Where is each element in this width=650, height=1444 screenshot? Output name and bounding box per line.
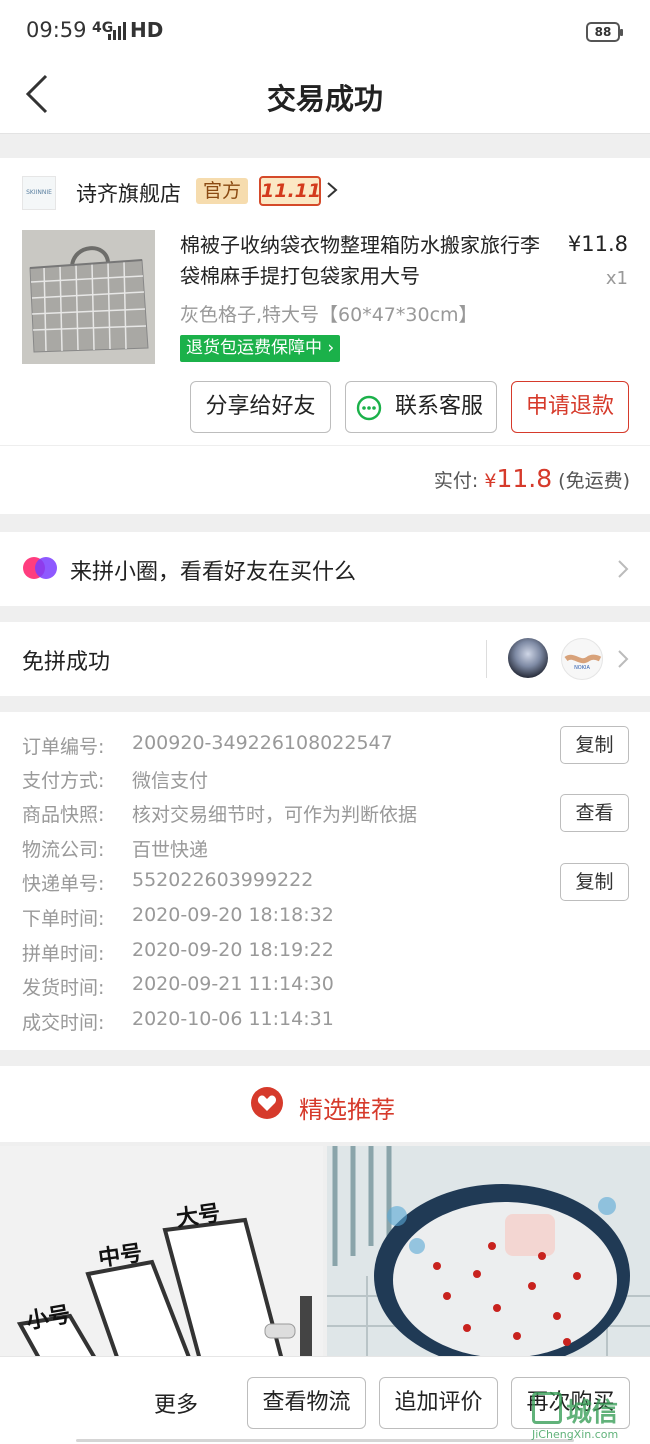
ship-time-value: 2020-09-21 11:14:30 <box>132 973 334 995</box>
circle-logo-icon <box>23 557 57 579</box>
promo-1111-tag: 11.11 <box>259 176 321 206</box>
avatar-2-text: NOKIA <box>574 665 590 671</box>
page-title: 交易成功 <box>266 82 383 116</box>
logistics-company-value: 百世快递 <box>132 839 209 861</box>
product-spec: 灰色格子,特大号【60*47*30cm】 <box>180 304 478 326</box>
member-avatar-2[interactable]: NOKIA <box>561 638 603 680</box>
detail-label: 商品快照: <box>22 804 105 826</box>
detail-label: 快递单号: <box>22 873 105 895</box>
detail-label: 拼单时间: <box>22 943 105 965</box>
paid-currency: ¥ <box>484 470 497 492</box>
copy-order-number-button[interactable]: 复制 <box>560 726 629 764</box>
detail-label: 成交时间: <box>22 1012 105 1034</box>
detail-label: 订单编号: <box>22 736 105 758</box>
member-avatar-1[interactable] <box>508 638 548 678</box>
tracking-number-value: 552022603999222 <box>132 869 314 891</box>
watermark-logo-icon <box>532 1392 562 1424</box>
recommend-header: 精选推荐 <box>0 1066 650 1142</box>
chevron-right-icon <box>618 560 629 578</box>
signal-icon <box>108 22 126 40</box>
paid-amount: 实付: ¥11.8 (免运费) <box>434 464 630 493</box>
view-logistics-button[interactable]: 查看物流 <box>247 1377 366 1429</box>
recommended-product-2[interactable] <box>327 1146 650 1360</box>
heart-icon <box>251 1087 283 1119</box>
divider <box>0 445 650 446</box>
official-tag: 官方 <box>196 178 249 204</box>
snapshot-value: 核对交易细节时，可作为判断依据 <box>132 804 418 826</box>
detail-label: 物流公司: <box>22 839 105 861</box>
detail-label: 发货时间: <box>22 977 105 999</box>
return-shipping-label: 退货包运费保障中 <box>186 338 322 358</box>
storage-bag-image <box>22 230 155 364</box>
chevron-right-icon <box>618 650 629 668</box>
product-thumbnail[interactable] <box>22 230 155 364</box>
paid-label: 实付: <box>433 470 479 492</box>
bathtub-product-image <box>327 1146 650 1360</box>
product-title[interactable]: 棉被子收纳袋衣物整理箱防水搬家旅行李袋棉麻手提打包袋家用大号 <box>180 230 552 292</box>
contact-service-button[interactable]: 联系客服 <box>345 381 497 433</box>
group-status-label: 免拼成功 <box>22 650 111 675</box>
detail-label: 支付方式: <box>22 770 105 792</box>
order-time-value: 2020-09-20 18:18:32 <box>132 904 334 926</box>
watermark-subtext: JiChengXin.com <box>532 1428 619 1441</box>
size-label-large: 大号 <box>174 1201 222 1232</box>
product-price: ¥11.8 <box>567 232 628 256</box>
paid-note: (免运费) <box>558 470 630 492</box>
group-time-value: 2020-09-20 18:19:22 <box>132 939 334 961</box>
more-button[interactable]: 更多 <box>154 1387 198 1419</box>
status-bar: 09:59 4G HD 88 <box>0 0 650 62</box>
shop-logo[interactable]: SKIINNIE 诗齐 <box>22 176 56 210</box>
order-card: SKIINNIE 诗齐 诗齐旗舰店 官方 11.11 棉被子收纳袋衣物整理箱防水… <box>0 158 650 514</box>
detail-label: 下单时间: <box>22 908 105 930</box>
paid-value: 11.8 <box>496 464 553 493</box>
order-number-value: 200920-349226108022547 <box>132 732 393 754</box>
chevron-right-icon[interactable] <box>326 180 338 200</box>
share-button[interactable]: 分享给好友 <box>190 381 331 433</box>
return-shipping-badge[interactable]: 退货包运费保障中 › <box>180 335 341 362</box>
contact-service-label: 联系客服 <box>394 394 483 419</box>
handshake-icon <box>564 654 602 664</box>
hd-label: HD <box>130 18 164 42</box>
shop-name[interactable]: 诗齐旗舰店 <box>76 178 181 208</box>
watermark-text: 城信 <box>566 1398 619 1428</box>
size-label-medium: 中号 <box>96 1241 144 1272</box>
refund-button[interactable]: 申请退款 <box>511 381 629 433</box>
nav-bar: 交易成功 <box>0 62 650 134</box>
recommended-product-1[interactable]: 大号 中号 小号 <box>0 1146 323 1360</box>
payment-method-value: 微信支付 <box>132 770 209 792</box>
chat-icon <box>356 395 382 421</box>
status-time: 09:59 <box>26 18 87 42</box>
add-review-button[interactable]: 追加评价 <box>379 1377 498 1429</box>
recommend-title-label: 精选推荐 <box>299 1096 395 1124</box>
copy-tracking-number-button[interactable]: 复制 <box>560 863 629 901</box>
group-status-row[interactable]: 免拼成功 NOKIA <box>0 622 650 696</box>
recommend-title: 精选推荐 <box>0 1087 650 1125</box>
circle-label: 来拼小圈，看看好友在买什么 <box>70 560 357 585</box>
complete-time-value: 2020-10-06 11:14:31 <box>132 1008 334 1030</box>
order-details: 订单编号: 200920-349226108022547 复制 支付方式: 微信… <box>0 712 650 1050</box>
product-quantity: x1 <box>605 268 628 289</box>
circle-row[interactable]: 来拼小圈，看看好友在买什么 <box>0 532 650 606</box>
battery-icon: 88 <box>586 22 623 42</box>
divider <box>486 640 487 678</box>
scroll-indicator <box>76 1439 574 1442</box>
view-snapshot-button[interactable]: 查看 <box>560 794 629 832</box>
site-watermark: 城信 JiChengXin.com <box>532 1390 650 1444</box>
